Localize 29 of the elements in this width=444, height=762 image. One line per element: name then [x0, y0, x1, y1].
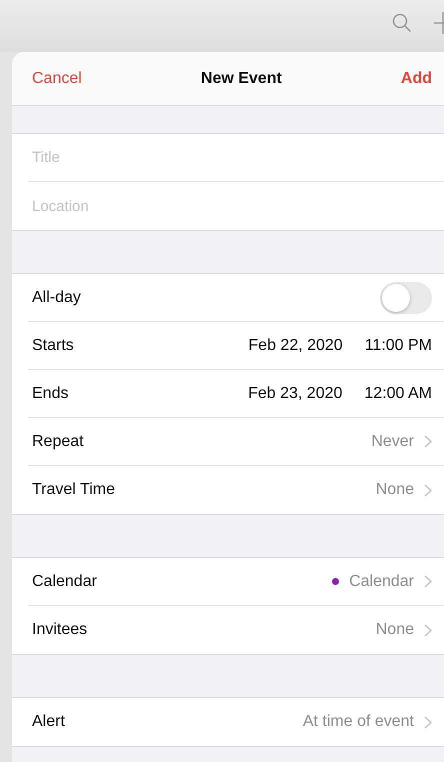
text-field[interactable]: Title [28, 149, 432, 166]
row-value[interactable]: At time of event [302, 713, 414, 731]
chevron-icon [424, 575, 432, 588]
row-value[interactable]: Never [371, 432, 414, 450]
time-value[interactable]: 11:00 PM [364, 336, 432, 354]
row-value[interactable]: None [376, 621, 414, 639]
row-label: Repeat [31, 432, 85, 450]
row-label: Ends [31, 384, 70, 402]
toggle-switch[interactable] [380, 282, 432, 314]
row-value[interactable]: None [376, 481, 414, 499]
search-icon[interactable] [392, 13, 412, 33]
row-label: All-day [31, 288, 82, 306]
chevron-icon [424, 435, 432, 448]
row-label: Starts [31, 336, 75, 354]
sheet-title: New Event [200, 70, 282, 88]
add-button[interactable]: Add [400, 70, 432, 88]
time-value[interactable]: 12:00 AM [364, 384, 432, 402]
chevron-icon [424, 716, 432, 728]
cancel-button[interactable]: Cancel [32, 70, 82, 88]
row-label: Alert [31, 713, 66, 731]
row-label: Travel Time [31, 481, 116, 499]
row-label: Invitees [31, 621, 88, 639]
chevron-icon [424, 484, 432, 496]
row-label: Calendar [31, 572, 98, 590]
chevron-icon [424, 624, 432, 636]
text-field[interactable]: Location [28, 198, 432, 214]
row-value[interactable]: Calendar [349, 572, 414, 590]
date-value[interactable]: Feb 22, 2020 [248, 336, 343, 354]
date-value[interactable]: Feb 23, 2020 [248, 384, 342, 402]
